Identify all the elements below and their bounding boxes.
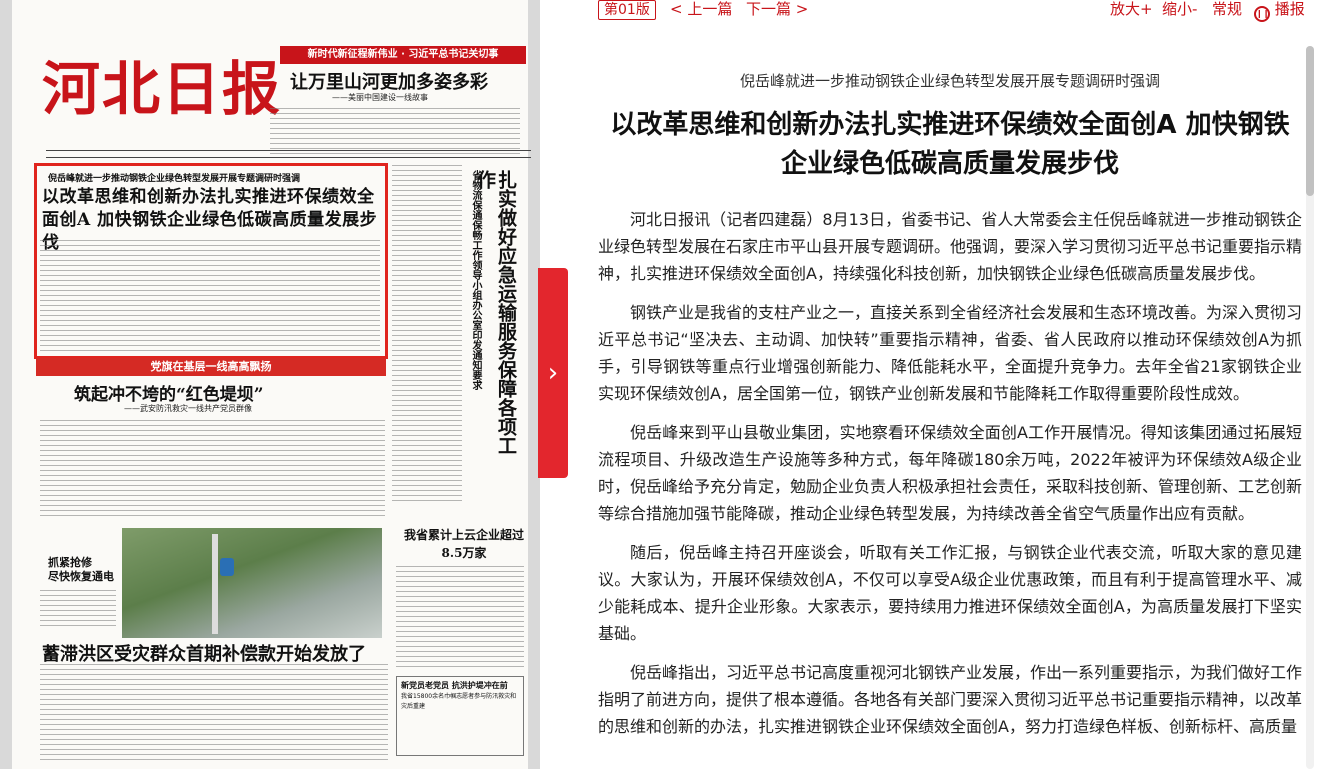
body-text-block	[396, 566, 524, 670]
article-paragraph: 河北日报讯（记者四建磊）8月13日，省委书记、省人大常委会主任倪岳峰就进一步推动…	[598, 210, 1303, 283]
next-article-link[interactable]: 下一篇 >	[746, 0, 808, 18]
normal-size-button[interactable]: 常规	[1212, 0, 1242, 18]
dike-article-subtitle: ——武安防汛救灾一线共产党员群像	[124, 404, 252, 413]
chevron-right-icon: ›	[547, 358, 559, 388]
body-text-block	[40, 664, 388, 760]
article-paragraph: 钢铁产业是我省的支柱产业之一，直接关系到全省经济社会发展和生态环境改善。为深入贯…	[598, 303, 1303, 403]
article-kicker: 倪岳峰就进一步推动钢铁企业绿色转型发展开展专题调研时强调	[739, 72, 1160, 90]
article-body: 河北日报讯（记者四建磊）8月13日，省委书记、省人大常委会主任倪岳峰就进一步推动…	[598, 206, 1302, 740]
masthead-logo: 河北日报	[42, 55, 283, 123]
party-banner: 党旗在基层一线高高飘扬	[36, 358, 386, 376]
repair-photo	[122, 528, 382, 638]
article-paragraph: 倪岳峰指出，习近平总书记高度重视河北钢铁产业发展，作出一系列重要指示，为我们做好…	[598, 663, 1303, 736]
scrollbar[interactable]	[1306, 46, 1314, 769]
zoom-in-button[interactable]: 放大+	[1110, 0, 1153, 18]
article-paragraph: 倪岳峰来到平山县敬业集团，实地察看环保绩效全面创A工作开展情况。得知该集团通过拓…	[598, 423, 1303, 523]
newspaper-page-image: 河北日报 新时代新征程新伟业 · 习近平总书记关切事 让万里山河更加多姿多彩 —…	[12, 0, 531, 769]
newspaper-page-panel: 河北日报 新时代新征程新伟业 · 习近平总书记关切事 让万里山河更加多姿多彩 —…	[0, 0, 540, 769]
body-text-block	[40, 590, 116, 630]
scrollbar-thumb[interactable]	[1306, 46, 1314, 196]
worker-figure	[220, 558, 234, 576]
sidebar-news-box[interactable]: 新党员老党员 抗洪护堤冲在前 我省15800余名巾帼志愿者参与防汛救灾和灾后重建	[396, 676, 524, 756]
photo-caption[interactable]: 抓紧抢修 尽快恢复通电	[48, 556, 114, 584]
body-text-block	[392, 165, 462, 505]
sidebar-news-subtitle: 我省15800余名巾帼志愿者参与防汛救灾和灾后重建	[401, 693, 517, 710]
article-content: 倪岳峰就进一步推动钢铁企业绿色转型发展开展专题调研时强调 以改革思维和创新办法扎…	[598, 70, 1302, 752]
sidebar-news-title: 新党员老党员 抗洪护堤冲在前	[401, 681, 508, 690]
lead-article-text	[40, 240, 380, 354]
vertical-article-title[interactable]: 扎实做好应急运输服务保障各项工作	[474, 170, 517, 470]
utility-pole	[212, 534, 218, 634]
article-paragraph: 随后，倪岳峰主持召开座谈会，听取有关工作汇报，与钢铁企业代表交流，听取大家的意见…	[598, 543, 1302, 643]
dike-article-title[interactable]: 筑起冲不垮的“红色堤坝”	[74, 380, 264, 405]
flood-article-title[interactable]: 蓄滞洪区受灾群众首期补偿款开始发放了	[42, 640, 366, 666]
article-reader: 第01版 < 上一篇 下一篇 > 放大+ 缩小- 常规 ❙❙ 播报 倪岳峰就进一…	[570, 0, 1324, 769]
vertical-article-kicker: 省物流保通保畅工作领导小组办公室印发通知要求	[470, 170, 481, 390]
zoom-out-button[interactable]: 缩小-	[1162, 0, 1197, 18]
page-number-tag[interactable]: 第01版	[598, 0, 656, 20]
feature-subheadline: ——美丽中国建设一线故事	[332, 93, 428, 102]
body-text-block	[270, 108, 520, 156]
lead-article-kicker: 倪岳峰就进一步推动钢铁企业绿色转型发展开展专题调研时强调	[48, 174, 301, 184]
play-audio-button[interactable]: ❙❙ 播报	[1254, 0, 1305, 22]
body-text-block	[40, 420, 385, 516]
next-page-arrow[interactable]: ›	[538, 268, 568, 478]
play-audio-icon: ❙❙	[1254, 6, 1270, 22]
enterprise-article-title[interactable]: 我省累计上云企业超过8.5万家	[404, 526, 524, 562]
prev-article-link[interactable]: < 上一篇	[670, 0, 732, 18]
feature-headline: 让万里山河更加多姿多彩	[290, 72, 488, 93]
article-title: 以改革思维和创新办法扎实推进环保绩效全面创A 加快钢铁企业绿色低碳高质量发展步伐	[610, 110, 1290, 179]
reader-toolbar: 第01版 < 上一篇 下一篇 > 放大+ 缩小- 常规 ❙❙ 播报	[570, 0, 1324, 22]
play-audio-label: 播报	[1274, 0, 1305, 18]
feature-banner: 新时代新征程新伟业 · 习近平总书记关切事	[280, 46, 526, 64]
